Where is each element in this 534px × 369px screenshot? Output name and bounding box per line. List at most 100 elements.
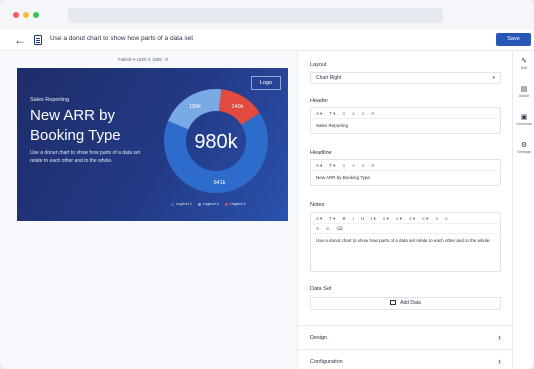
slide-headline: New ARR by Booking Type xyxy=(30,107,121,144)
notes-formatting-toolbar-row2: A ∞ ⌫ xyxy=(311,224,500,234)
format-tool-icon[interactable]: B xyxy=(342,216,345,221)
notes-formatting-toolbar: A ▾ T ▾ B I U I ▾ ≡ ▾ ≡ ▾ ≡ ▾ ≡ ▾ ≡ ≡ xyxy=(311,213,500,224)
format-tool-icon[interactable]: A ▾ xyxy=(316,216,322,221)
headline-label: Headline xyxy=(310,150,332,156)
rail-item-schedule[interactable]: ▣ Schedule xyxy=(513,114,534,127)
address-bar[interactable] xyxy=(68,8,443,23)
header-editor[interactable]: A ▾ T ▾ ≡ ≡ ≡ A Sales Reporting xyxy=(310,107,501,134)
legend-item: Legend 2 xyxy=(197,202,219,206)
format-tool-icon[interactable]: ≡ xyxy=(352,111,355,116)
format-tool-icon[interactable]: ≡ ▾ xyxy=(383,216,389,221)
notes-editor[interactable]: A ▾ T ▾ B I U I ▾ ≡ ▾ ≡ ▾ ≡ ▾ ≡ ▾ ≡ ≡ A ∞ ⌫ Use a don… xyxy=(310,212,501,272)
headline-editor[interactable]: A ▾ T ▾ ≡ ≡ ≡ A New ARR by Booking Type xyxy=(310,159,501,186)
format-tool-icon[interactable]: A ▾ xyxy=(316,111,322,116)
slide-description: Use a donut chart to show how parts of a… xyxy=(30,150,141,164)
table-icon xyxy=(390,300,397,305)
format-tool-icon[interactable]: A xyxy=(371,163,374,168)
rail-item-label: Schedule xyxy=(516,122,532,126)
rail-item-label: Article xyxy=(518,94,530,98)
maximize-window-dot[interactable] xyxy=(33,12,39,18)
design-section[interactable]: Design › xyxy=(299,325,511,349)
format-tool-icon[interactable]: A xyxy=(316,226,319,231)
settings-icon: ⚙ xyxy=(520,142,528,149)
format-tool-icon[interactable]: ≡ xyxy=(342,111,345,116)
format-tool-icon[interactable]: ⌫ xyxy=(336,226,342,231)
right-rail: ✎ Edit ▤ Article ▣ Schedule ⚙ Settings xyxy=(512,52,534,369)
slice-label: 641k xyxy=(214,180,226,186)
header-text[interactable]: Sales Reporting xyxy=(311,119,500,133)
legend-swatch xyxy=(197,202,201,206)
rotate-icon[interactable]: ⟳ xyxy=(165,57,169,62)
chevron-right-icon: › xyxy=(498,356,501,366)
format-tool-icon[interactable]: ≡ xyxy=(445,216,448,221)
properties-panel: Layout Chart Right ▾ Header A ▾ T ▾ ≡ ≡ ≡ A S… xyxy=(299,52,511,369)
format-tool-icon[interactable]: T ▾ xyxy=(329,216,335,221)
notes-text[interactable]: Use a donut chart to show how parts of a… xyxy=(311,234,500,248)
rail-item-label: Edit xyxy=(520,66,528,70)
format-tool-icon[interactable]: T ▾ xyxy=(329,163,335,168)
layout-select[interactable]: Chart Right ▾ xyxy=(310,72,501,84)
schedule-icon: ▣ xyxy=(520,114,528,121)
close-window-dot[interactable] xyxy=(13,12,19,18)
layout-value: Chart Right xyxy=(316,75,342,81)
header-label: Header xyxy=(310,98,329,104)
rail-item-edit[interactable]: ✎ Edit xyxy=(513,58,534,71)
edit-icon: ✎ xyxy=(521,58,527,65)
chevron-right-icon: › xyxy=(498,332,501,342)
format-tool-icon[interactable]: ≡ ▾ xyxy=(396,216,402,221)
format-tool-icon[interactable]: U xyxy=(361,216,364,221)
headline-text[interactable]: New ARR by Booking Type xyxy=(311,171,500,185)
add-data-button[interactable]: Add Data xyxy=(310,297,501,310)
legend-label: Legend 1 xyxy=(176,202,192,206)
donut-center-value: 980k xyxy=(194,131,238,153)
slice-label: 199k xyxy=(189,104,201,110)
format-tool-icon[interactable]: A xyxy=(371,111,374,116)
legend-label: Legend 3 xyxy=(229,202,246,206)
legend-item: Legend 1 xyxy=(171,202,192,206)
save-button[interactable]: Save xyxy=(496,33,531,46)
legend-item: Legend 3 xyxy=(224,202,246,206)
format-tool-icon[interactable]: ≡ xyxy=(435,216,438,221)
app-window: ← Use a donut chart to show how parts of… xyxy=(0,0,534,369)
format-tool-icon[interactable]: ≡ ▾ xyxy=(409,216,415,221)
configuration-label: Configuration xyxy=(310,359,343,365)
format-tool-icon[interactable]: ≡ xyxy=(362,163,365,168)
page-title: Use a donut chart to show how parts of a… xyxy=(50,35,194,42)
format-tool-icon[interactable]: ∞ xyxy=(326,226,329,231)
slide-preview[interactable]: Sales Reporting New ARR by Booking Type … xyxy=(17,68,288,221)
article-icon: ▤ xyxy=(520,86,528,93)
rail-item-settings[interactable]: ⚙ Settings xyxy=(513,142,534,155)
layout-label: Layout xyxy=(310,62,327,68)
format-tool-icon[interactable]: ≡ ▾ xyxy=(422,216,428,221)
legend-label: Legend 2 xyxy=(202,202,219,206)
slide-kicker: Sales Reporting xyxy=(30,97,70,103)
arrow-left-icon[interactable]: ← xyxy=(14,33,26,47)
chevron-down-icon: ▾ xyxy=(492,75,495,81)
slice-label: 140k xyxy=(231,104,243,110)
format-tool-icon[interactable]: T ▾ xyxy=(329,111,335,116)
editor-toolbar: ← Use a donut chart to show how parts of… xyxy=(0,30,534,51)
configuration-section[interactable]: Configuration › xyxy=(299,349,511,369)
resolution-label: FullHD ▾ 1920 X 1080 xyxy=(118,57,163,62)
resolution-selector[interactable]: FullHD ▾ 1920 X 1080 ⟳ xyxy=(118,57,169,63)
browser-chrome xyxy=(0,0,534,30)
minimize-window-dot[interactable] xyxy=(23,12,29,18)
format-tool-icon[interactable]: I xyxy=(352,216,353,221)
add-data-label: Add Data xyxy=(400,300,421,306)
rail-item-article[interactable]: ▤ Article xyxy=(513,86,534,99)
design-label: Design xyxy=(310,335,328,341)
header-formatting-toolbar: A ▾ T ▾ ≡ ≡ ≡ A xyxy=(311,108,500,119)
legend-swatch xyxy=(224,202,228,206)
format-tool-icon[interactable]: A ▾ xyxy=(316,163,322,168)
chart-legend: Legend 1 Legend 2 Legend 3 xyxy=(171,202,252,206)
donut-chart: 641k 199k 140k 980k xyxy=(163,89,268,193)
format-tool-icon[interactable]: ≡ xyxy=(342,163,345,168)
dataset-label: Data Set xyxy=(310,286,332,292)
headline-formatting-toolbar: A ▾ T ▾ ≡ ≡ ≡ A xyxy=(311,160,500,171)
format-tool-icon[interactable]: ≡ xyxy=(362,111,365,116)
legend-swatch xyxy=(171,202,174,206)
format-tool-icon[interactable]: ≡ xyxy=(352,163,355,168)
format-tool-icon[interactable]: I ▾ xyxy=(371,216,376,221)
rail-item-label: Settings xyxy=(517,150,531,154)
document-icon xyxy=(34,35,42,45)
